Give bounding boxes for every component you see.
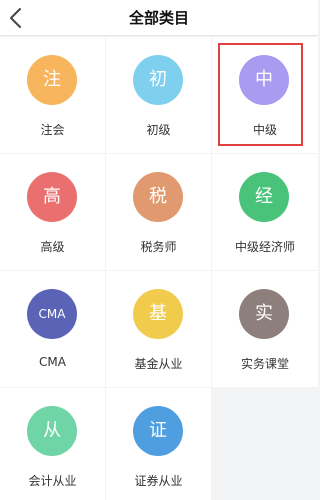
header-bar: 全部类目 bbox=[0, 0, 318, 36]
category-icon-zhuhui: 注 bbox=[27, 55, 77, 105]
category-icon-zhengquan: 证 bbox=[133, 406, 183, 456]
category-label: 中级经济师 bbox=[234, 240, 295, 254]
category-tile-cma[interactable]: CMA CMA bbox=[0, 271, 105, 387]
category-icon-chuji: 初 bbox=[133, 55, 183, 105]
category-label: 中级 bbox=[252, 123, 277, 137]
category-label: 税务师 bbox=[140, 240, 177, 254]
category-tile-kuaiji-congye[interactable]: 从 会计从业 bbox=[0, 388, 105, 500]
category-icon-kuaiji-congye: 从 bbox=[27, 406, 77, 456]
category-tile-zhuhui[interactable]: 注 注会 bbox=[0, 37, 105, 153]
category-tile-chuji[interactable]: 初 初级 bbox=[106, 37, 211, 153]
category-label: 初级 bbox=[146, 123, 171, 137]
category-icon-gaoji: 高 bbox=[27, 172, 77, 222]
category-icon-cma: CMA bbox=[27, 289, 77, 339]
category-label: 基金从业 bbox=[134, 357, 183, 371]
empty-tile bbox=[212, 388, 318, 500]
page-title: 全部类目 bbox=[128, 9, 189, 27]
category-tile-gaoji[interactable]: 高 高级 bbox=[0, 154, 105, 270]
category-tile-zhongji-jingjishi[interactable]: 经 中级经济师 bbox=[212, 154, 318, 270]
category-tile-zhengquan[interactable]: 证 证券从业 bbox=[106, 388, 211, 500]
category-label: 实务课堂 bbox=[240, 357, 289, 371]
category-icon-jijin: 基 bbox=[133, 289, 183, 339]
category-grid: 注 注会 初 初级 中 中级 高 高级 税 税务师 经 中级经济师 CMA CM… bbox=[0, 37, 318, 500]
category-icon-jingjishi: 经 bbox=[239, 172, 289, 222]
category-icon-shuiwushi: 税 bbox=[133, 172, 183, 222]
category-icon-zhongji: 中 bbox=[239, 55, 289, 105]
category-tile-jijin[interactable]: 基 基金从业 bbox=[106, 271, 211, 387]
category-label: 证券从业 bbox=[134, 474, 183, 488]
category-tile-shuiwushi[interactable]: 税 税务师 bbox=[106, 154, 211, 270]
category-label: 注会 bbox=[40, 123, 65, 137]
category-icon-shiwu: 实 bbox=[239, 289, 289, 339]
category-label: 会计从业 bbox=[28, 474, 77, 488]
category-tile-shiwu[interactable]: 实 实务课堂 bbox=[212, 271, 318, 387]
category-tile-zhongji[interactable]: 中 中级 bbox=[212, 37, 318, 153]
category-label: 高级 bbox=[40, 240, 65, 254]
category-label: CMA bbox=[39, 355, 66, 369]
